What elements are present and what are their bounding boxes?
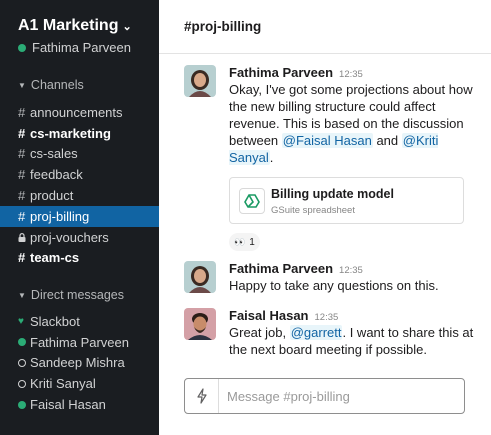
- mention-link[interactable]: @garrett: [289, 325, 343, 340]
- dm-label: Fathima Parveen: [30, 334, 129, 350]
- dm-item-sandeep-mishra[interactable]: Sandeep Mishra: [0, 353, 159, 374]
- dm-section-toggle[interactable]: ▼ Direct messages: [18, 288, 124, 302]
- heart-icon: ♥: [18, 315, 24, 327]
- sidebar-item-feedback[interactable]: # feedback: [0, 164, 159, 185]
- channel-header: #proj-billing: [159, 0, 491, 54]
- online-status-icon: [18, 400, 30, 409]
- channel-title[interactable]: #proj-billing: [184, 19, 261, 34]
- sidebar-item-product[interactable]: # product: [0, 185, 159, 206]
- text-segment: and: [372, 133, 402, 148]
- channel-label: announcements: [30, 104, 123, 120]
- dm-item-faisal-hasan[interactable]: Faisal Hasan: [0, 394, 159, 415]
- hash-icon: #: [18, 208, 26, 224]
- lock-icon: [18, 232, 30, 242]
- text-segment: Great job,: [229, 325, 290, 340]
- message-text: Okay, I've got some projections about ho…: [229, 81, 481, 166]
- reaction-pill[interactable]: 👀 1: [229, 233, 260, 251]
- timestamp[interactable]: 12:35: [315, 312, 339, 323]
- dm-label: Faisal Hasan: [30, 397, 106, 413]
- sender-name[interactable]: Faisal Hasan: [229, 308, 309, 323]
- shortcuts-button[interactable]: [185, 379, 219, 413]
- hash-icon: #: [18, 188, 26, 204]
- sender-name[interactable]: Fathima Parveen: [229, 261, 333, 276]
- dm-item-slackbot[interactable]: ♥ Slackbot: [0, 311, 159, 332]
- channel-view: #proj-billing Fathima Parveen 12:35 Okay…: [159, 0, 491, 435]
- file-type: GSuite spreadsheet: [271, 205, 355, 216]
- lightning-icon: [196, 388, 207, 404]
- hash-icon: #: [18, 167, 26, 183]
- channel-label: proj-billing: [30, 208, 90, 224]
- dm-item-kriti-sanyal[interactable]: Kriti Sanyal: [0, 373, 159, 394]
- channel-label: product: [30, 188, 74, 204]
- spreadsheet-icon: [239, 188, 265, 214]
- channel-label: feedback: [30, 167, 83, 183]
- timestamp[interactable]: 12:35: [339, 265, 363, 276]
- app-window: A1 Marketing ⌄ Fathima Parveen ▼ Channel…: [0, 0, 491, 435]
- sidebar-item-proj-vouchers[interactable]: proj-vouchers: [0, 227, 159, 248]
- chevron-down-icon: ⌄: [122, 20, 132, 33]
- channel-list: # announcements # cs-marketing # cs-sale…: [0, 102, 159, 268]
- avatar[interactable]: [184, 65, 216, 97]
- caret-down-icon: ▼: [18, 80, 26, 90]
- caret-down-icon: ▼: [18, 290, 26, 300]
- mention-link[interactable]: @Faisal Hasan: [281, 133, 373, 148]
- message-composer: [184, 378, 465, 414]
- channels-section-toggle[interactable]: ▼ Channels: [18, 78, 84, 92]
- file-title: Billing update model: [271, 187, 394, 201]
- avatar[interactable]: [184, 308, 216, 340]
- dm-label: Kriti Sanyal: [30, 376, 96, 392]
- online-status-icon: [18, 338, 30, 347]
- away-status-icon: [18, 358, 30, 367]
- hash-icon: #: [18, 146, 26, 162]
- sidebar-item-team-cs[interactable]: # team-cs: [0, 248, 159, 269]
- workspace-switcher[interactable]: A1 Marketing ⌄: [18, 17, 132, 35]
- hash-icon: #: [18, 125, 26, 141]
- timestamp[interactable]: 12:35: [339, 69, 363, 80]
- message-text: Happy to take any questions on this.: [229, 278, 439, 293]
- dm-section-label: Direct messages: [30, 288, 125, 302]
- channel-label: cs-marketing: [30, 125, 111, 141]
- sidebar: A1 Marketing ⌄ Fathima Parveen ▼ Channel…: [0, 0, 159, 435]
- hash-icon: #: [18, 104, 26, 120]
- channels-section-label: Channels: [30, 78, 84, 92]
- away-status-icon: [18, 379, 30, 388]
- dm-label: Sandeep Mishra: [30, 355, 125, 371]
- file-attachment[interactable]: Billing update model GSuite spreadsheet: [229, 177, 464, 224]
- workspace-name: A1 Marketing: [18, 17, 119, 34]
- dm-list: ♥ Slackbot Fathima Parveen Sandeep Mishr…: [0, 311, 159, 415]
- channel-label: team-cs: [30, 250, 80, 266]
- online-status-icon: [18, 43, 26, 52]
- eyes-emoji-icon: 👀: [234, 236, 245, 247]
- current-user-name: Fathima Parveen: [32, 40, 131, 55]
- avatar[interactable]: [184, 261, 216, 293]
- current-user[interactable]: Fathima Parveen: [18, 40, 132, 55]
- message-input[interactable]: [219, 388, 459, 404]
- dm-item-fathima-parveen[interactable]: Fathima Parveen: [0, 332, 159, 353]
- sidebar-item-cs-sales[interactable]: # cs-sales: [0, 144, 159, 165]
- hash-icon: #: [18, 250, 26, 266]
- channel-label: cs-sales: [30, 146, 78, 162]
- reaction-count: 1: [249, 236, 255, 248]
- message-body: Fathima Parveen 12:35 Happy to take any …: [229, 261, 481, 294]
- text-segment: .: [269, 150, 274, 165]
- dm-label: Slackbot: [30, 313, 80, 329]
- message-text: Great job, @garrett. I want to share thi…: [229, 324, 481, 358]
- sidebar-item-cs-marketing[interactable]: # cs-marketing: [0, 123, 159, 144]
- message-body: Fathima Parveen 12:35 Okay, I've got som…: [229, 65, 481, 251]
- workspace-header: A1 Marketing ⌄ Fathima Parveen: [18, 17, 132, 55]
- sender-name[interactable]: Fathima Parveen: [229, 65, 333, 80]
- channel-label: proj-vouchers: [30, 229, 109, 245]
- sidebar-item-proj-billing[interactable]: # proj-billing: [0, 205, 159, 227]
- sidebar-item-announcements[interactable]: # announcements: [0, 102, 159, 123]
- message-body: Faisal Hasan 12:35 Great job, @garrett. …: [229, 308, 481, 358]
